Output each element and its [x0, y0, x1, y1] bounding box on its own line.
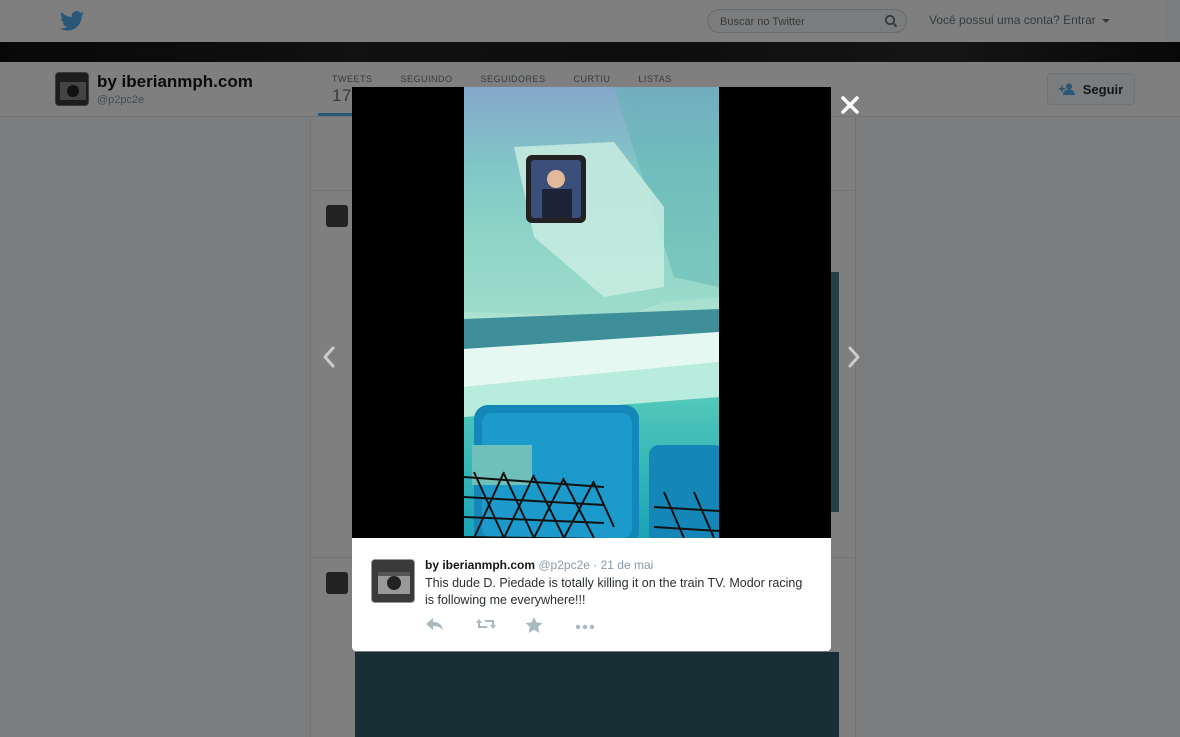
tweet-photo[interactable] [464, 87, 719, 538]
tweet-date[interactable]: · 21 de mai [593, 558, 653, 572]
retweet-icon[interactable] [475, 617, 496, 631]
tweet-actions [425, 617, 595, 633]
chevron-right-icon[interactable] [845, 344, 863, 370]
tweet-author-avatar[interactable] [371, 559, 415, 603]
tweet-author-name[interactable]: by iberianmph.com [425, 558, 535, 572]
close-icon[interactable] [839, 94, 861, 116]
tweet-card: by iberianmph.com @p2pc2e · 21 de mai Th… [352, 538, 831, 651]
tweet-author-handle[interactable]: @p2pc2e [538, 558, 590, 572]
reply-icon[interactable] [425, 617, 445, 631]
media-frame [352, 87, 831, 538]
more-icon[interactable] [575, 617, 595, 631]
tweet-header: by iberianmph.com @p2pc2e · 21 de mai [425, 558, 653, 572]
tweet-text: This dude D. Piedade is totally killing … [425, 576, 803, 607]
favorite-icon[interactable] [525, 617, 545, 633]
chevron-left-icon[interactable] [320, 344, 338, 370]
